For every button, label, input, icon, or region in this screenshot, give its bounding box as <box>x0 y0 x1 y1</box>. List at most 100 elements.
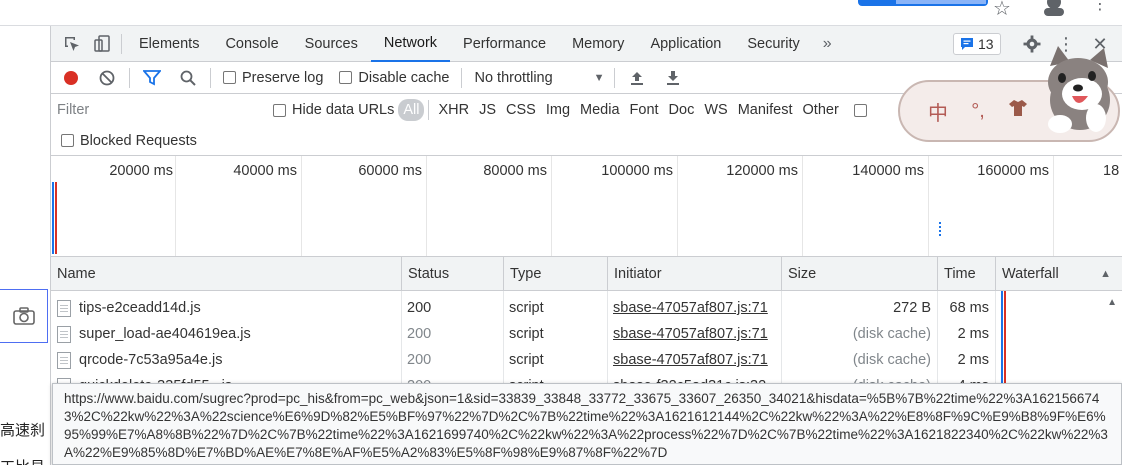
browser-toolbar: ☆ ⋮ <box>0 0 1122 26</box>
request-initiator-link[interactable]: sbase-47057af807.js:71 <box>607 295 781 321</box>
tab-application[interactable]: Application <box>637 26 734 62</box>
column-waterfall-label: Waterfall <box>1002 266 1059 282</box>
request-time: 2 ms <box>957 326 989 342</box>
type-filter-font[interactable]: Font <box>625 99 664 121</box>
request-status: 200 <box>407 352 432 368</box>
timeline-tick <box>928 156 929 256</box>
type-filter-all[interactable]: All <box>398 99 425 121</box>
request-status: 200 <box>407 326 432 342</box>
type-filter-media[interactable]: Media <box>575 99 625 121</box>
ime-language-toggle[interactable]: 中 <box>918 97 958 126</box>
has-blocked-cookies-checkbox[interactable] <box>853 103 867 117</box>
script-file-icon <box>57 351 71 369</box>
column-status[interactable]: Status <box>401 257 503 291</box>
more-tabs-button[interactable]: » <box>813 35 842 53</box>
timeline-tick <box>175 156 176 256</box>
table-row[interactable]: qrcode-7c53a95a4e.js 200 script sbase-47… <box>51 347 1122 373</box>
dom-content-loaded-line <box>52 182 54 254</box>
type-filter-css[interactable]: CSS <box>501 99 541 121</box>
network-overview-timeline[interactable]: 20000 ms 40000 ms 60000 ms 80000 ms 1000… <box>51 156 1122 257</box>
column-waterfall[interactable]: Waterfall ▲ <box>995 257 1122 291</box>
column-size[interactable]: Size <box>781 257 937 291</box>
load-event-line <box>55 182 57 254</box>
tab-sources[interactable]: Sources <box>292 26 371 62</box>
blocked-requests-checkbox[interactable]: Blocked Requests <box>61 133 197 149</box>
toolbar-separator <box>129 67 130 88</box>
dropdown-arrow-icon: ▼ <box>593 71 605 84</box>
filter-toggle-button[interactable] <box>134 62 170 94</box>
timeline-tick-label: 100000 ms <box>601 163 673 179</box>
page-text-2: ㄒ比見 <box>0 456 45 465</box>
timeline-tick-label: 20000 ms <box>109 163 173 179</box>
checkbox-box[interactable] <box>61 134 74 147</box>
request-size: (disk cache) <box>852 352 931 368</box>
hide-data-urls-label: Hide data URLs <box>292 102 395 118</box>
type-filter-doc[interactable]: Doc <box>664 99 700 121</box>
request-time: 68 ms <box>949 300 990 316</box>
column-time[interactable]: Time <box>937 257 995 291</box>
tab-elements[interactable]: Elements <box>126 26 212 62</box>
inspect-element-icon[interactable] <box>57 26 87 62</box>
type-filter-ws[interactable]: WS <box>699 99 732 121</box>
type-filter-js[interactable]: JS <box>474 99 501 121</box>
column-type[interactable]: Type <box>503 257 607 291</box>
request-url-tooltip: https://www.baidu.com/sugrec?prod=pc_his… <box>52 383 1122 465</box>
scroll-up-arrow-icon[interactable]: ▲ <box>1107 297 1117 308</box>
address-bar-highlight-inner <box>896 0 986 4</box>
preserve-log-label: Preserve log <box>242 69 324 86</box>
disable-cache-checkbox[interactable]: Disable cache <box>339 70 449 86</box>
request-name[interactable]: super_load-ae404619ea.js <box>51 321 401 347</box>
type-filter-manifest[interactable]: Manifest <box>733 99 798 121</box>
type-filter-other[interactable]: Other <box>798 99 844 121</box>
search-button[interactable] <box>170 62 206 94</box>
device-toolbar-icon[interactable] <box>87 26 117 62</box>
search-icon <box>180 70 196 86</box>
image-search-button[interactable] <box>0 289 48 343</box>
sort-ascending-icon: ▲ <box>1100 268 1111 280</box>
table-row[interactable]: super_load-ae404619ea.js 200 script sbas… <box>51 321 1122 347</box>
request-type: script <box>509 352 544 368</box>
checkbox-box[interactable] <box>273 103 286 117</box>
type-filter-xhr[interactable]: XHR <box>433 99 474 121</box>
request-name[interactable]: qrcode-7c53a95a4e.js <box>51 347 401 373</box>
export-har-button[interactable] <box>655 62 691 94</box>
request-name[interactable]: tips-e2ceadd14d.js <box>51 295 401 321</box>
script-file-icon <box>57 299 71 317</box>
clear-button[interactable] <box>89 62 125 94</box>
request-time: 2 ms <box>957 352 989 368</box>
table-row[interactable]: tips-e2ceadd14d.js 200 script sbase-4705… <box>51 295 1122 321</box>
preserve-log-checkbox[interactable]: Preserve log <box>223 70 323 86</box>
timeline-tick <box>802 156 803 256</box>
request-initiator-link[interactable]: sbase-47057af807.js:71 <box>607 321 781 347</box>
tab-performance[interactable]: Performance <box>450 26 559 62</box>
husky-mascot-icon <box>1048 46 1110 133</box>
devtools-tabbar: Elements Console Sources Network Perform… <box>51 26 1122 62</box>
ime-skin-button[interactable] <box>998 99 1038 123</box>
tab-console[interactable]: Console <box>212 26 291 62</box>
column-name[interactable]: Name <box>51 257 401 291</box>
bookmark-star-icon[interactable]: ☆ <box>993 0 1011 21</box>
import-har-button[interactable] <box>619 62 655 94</box>
message-icon <box>961 38 973 50</box>
toolbar-separator <box>614 67 616 88</box>
toolbar-separator <box>461 67 463 88</box>
issues-badge[interactable]: 13 <box>953 33 1001 55</box>
tab-security[interactable]: Security <box>734 26 812 62</box>
checkbox-box[interactable] <box>223 71 236 84</box>
timeline-tick-label: 120000 ms <box>726 163 798 179</box>
filter-input[interactable] <box>54 98 259 122</box>
request-initiator-link[interactable]: sbase-47057af807.js:71 <box>607 347 781 373</box>
column-initiator[interactable]: Initiator <box>607 257 781 291</box>
hide-data-urls-checkbox[interactable]: Hide data URLs <box>273 102 394 118</box>
tab-memory[interactable]: Memory <box>559 26 637 62</box>
ime-punctuation-toggle[interactable]: °, <box>958 100 998 123</box>
tab-network[interactable]: Network <box>370 26 451 62</box>
throttling-select[interactable]: No throttling ▼ <box>474 70 604 86</box>
chrome-menu-icon[interactable]: ⋮ <box>1092 0 1108 14</box>
request-size: (disk cache) <box>852 326 931 342</box>
checkbox-box[interactable] <box>339 71 353 84</box>
profile-icon[interactable] <box>1040 0 1068 16</box>
type-filter-img[interactable]: Img <box>541 99 575 121</box>
record-button[interactable] <box>53 62 89 94</box>
request-marker <box>939 222 941 236</box>
